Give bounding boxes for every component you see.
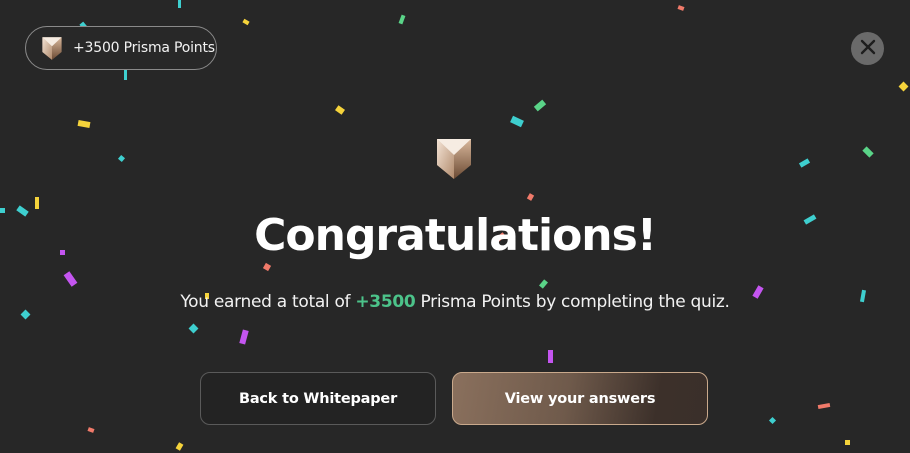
points-badge: +3500 Prisma Points (25, 26, 217, 70)
confetti-piece (817, 402, 831, 410)
view-answers-button[interactable]: View your answers (452, 372, 708, 425)
view-answers-label: View your answers (504, 390, 656, 407)
quiz-complete-screen: +3500 Prisma Points Congratulations! You… (0, 0, 910, 453)
confetti-piece (77, 120, 91, 128)
confetti-piece (845, 440, 850, 445)
confetti-piece (548, 350, 553, 363)
confetti-piece (117, 154, 126, 163)
points-badge-label: +3500 Prisma Points (73, 40, 215, 56)
confetti-piece (533, 99, 547, 112)
confetti-piece (124, 70, 127, 80)
back-to-whitepaper-button[interactable]: Back to Whitepaper (200, 372, 436, 425)
confetti-piece (898, 81, 909, 92)
confetti-piece (178, 0, 181, 8)
confetti-piece (242, 18, 250, 26)
confetti-piece (526, 193, 535, 201)
confetti-piece (239, 329, 249, 345)
confetti-piece (539, 279, 548, 289)
confetti-piece (798, 158, 811, 168)
confetti-piece (87, 427, 95, 433)
prisma-shield-icon (40, 35, 64, 61)
confetti-piece (862, 146, 874, 158)
close-button[interactable] (851, 32, 884, 65)
back-to-whitepaper-label: Back to Whitepaper (238, 390, 398, 407)
confetti-piece (175, 442, 184, 451)
confetti-piece (677, 5, 685, 11)
close-icon (860, 39, 876, 59)
confetti-piece (335, 105, 345, 115)
confetti-piece (398, 14, 406, 25)
confetti-piece (768, 416, 777, 425)
prisma-shield-icon (435, 135, 473, 181)
confetti-piece (188, 323, 199, 334)
completion-message-suffix: Prisma Points by completing the quiz. (415, 292, 730, 312)
confetti-piece (63, 271, 78, 287)
page-title: Congratulations! (254, 210, 657, 261)
completion-message: You earned a total of +3500 Prisma Point… (0, 290, 910, 314)
confetti-piece (510, 115, 524, 128)
completion-message-prefix: You earned a total of (180, 292, 356, 312)
earned-points-value: +3500 (355, 292, 416, 312)
